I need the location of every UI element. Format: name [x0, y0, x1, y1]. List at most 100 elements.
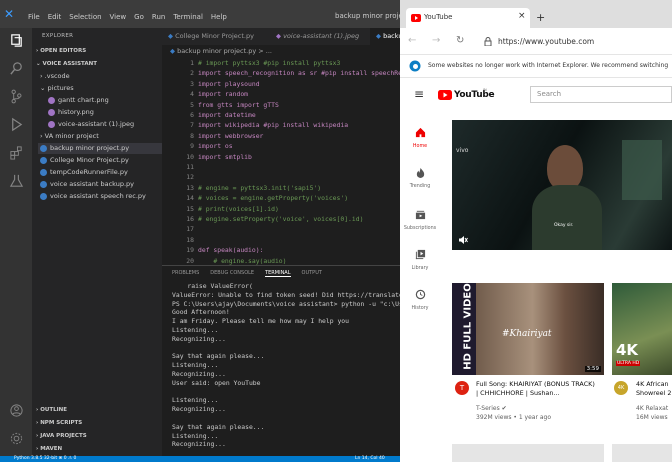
tab-debug-console[interactable]: DEBUG CONSOLE	[210, 270, 254, 277]
gear-icon[interactable]	[0, 426, 32, 450]
tree-item-gantt[interactable]: gantt chart.png	[38, 95, 162, 106]
sidebar-item-history[interactable]: History	[400, 285, 440, 311]
code-line: import datetime	[198, 111, 256, 119]
video-duration: 3:59	[584, 366, 601, 372]
code-editor[interactable]: 1 # import pyttsx3 #pip install pyttsx3 2 i…	[162, 57, 400, 265]
code-line: # voices = engine.getProperty('voices')	[198, 194, 349, 203]
youtube-region: IN	[483, 88, 487, 92]
testing-icon[interactable]	[0, 168, 32, 192]
video-thumbnail-2[interactable]: 4K ULTRA HD	[612, 283, 672, 375]
mute-icon[interactable]	[458, 235, 468, 245]
tree-item-voice-jpeg[interactable]: voice-assistant (1).jpeg	[38, 119, 162, 130]
sidebar-item-home[interactable]: Home	[400, 123, 440, 149]
open-editors-section[interactable]: › OPEN EDITORS	[36, 48, 86, 54]
history-icon	[415, 289, 425, 300]
channel-avatar[interactable]: T	[455, 381, 469, 395]
tree-item-history[interactable]: history.png	[38, 107, 162, 118]
python-file-icon	[40, 192, 47, 200]
next-row-thumbnail[interactable]	[452, 444, 604, 462]
refresh-icon[interactable]: ↻	[456, 35, 464, 46]
status-interpreter[interactable]: Python 3.8.5 32-bit ⊗ 0 ⚠ 0	[14, 456, 76, 462]
run-debug-icon[interactable]	[0, 112, 32, 136]
video-channel[interactable]: 4K Relaxat	[636, 405, 668, 412]
video-brand-label: vivo	[456, 147, 469, 154]
source-control-icon[interactable]	[0, 84, 32, 108]
sidebar-item-library[interactable]: Library	[400, 245, 440, 271]
terminal-line: Say that again please...	[172, 352, 265, 361]
video-meta: 16M views	[636, 414, 668, 421]
explorer-sidebar: EXPLORER › OPEN EDITORS ⌄ VOICE ASSISTAN…	[32, 28, 162, 456]
vscode-logo-icon: ✕	[4, 7, 15, 21]
menu-help[interactable]: Help	[211, 13, 227, 21]
verified-icon: ✔	[501, 405, 507, 412]
code-line: # engine = pyttsx3.init('sapi5')	[198, 183, 322, 192]
extensions-icon[interactable]	[0, 140, 32, 164]
tab-output[interactable]: OUTPUT	[302, 270, 322, 277]
tree-item-pictures[interactable]: ⌄ pictures	[38, 83, 162, 94]
tree-item-va-speech[interactable]: voice assistant speech rec.py	[38, 191, 162, 202]
explorer-icon[interactable]	[0, 28, 32, 52]
search-input[interactable]: Search	[530, 86, 672, 103]
tree-item-temp[interactable]: tempCodeRunnerFile.py	[38, 167, 162, 178]
browser-tab-youtube[interactable]: YouTube ×	[406, 8, 530, 28]
account-icon[interactable]	[0, 398, 32, 422]
status-cursor-position[interactable]: Ln 14, Col 40	[355, 456, 385, 462]
menu-view[interactable]: View	[110, 13, 127, 21]
folder-section[interactable]: ⌄ VOICE ASSISTANT	[36, 61, 97, 67]
line-number: 9	[190, 142, 194, 151]
video-title[interactable]: 4K African Showreel 2	[636, 380, 672, 398]
menu-run[interactable]: Run	[152, 13, 165, 21]
tab-college-minor[interactable]: ◆ College Minor Project.py	[162, 28, 276, 45]
back-icon[interactable]: ←	[408, 35, 416, 46]
line-number: 8	[190, 131, 194, 140]
featured-video-player[interactable]: vivo Okay sir.	[452, 120, 672, 250]
menu-go[interactable]: Go	[134, 13, 144, 21]
code-line: # engine.setProperty('voice', voices[0].…	[198, 215, 364, 223]
code-line: import speech_recognition as sr #pip ins…	[198, 69, 400, 78]
menu-edit[interactable]: Edit	[48, 13, 62, 21]
menu-terminal[interactable]: Terminal	[173, 13, 203, 21]
image-file-icon	[48, 96, 55, 104]
terminal-line: Recognizing...	[172, 334, 226, 343]
menu-selection[interactable]: Selection	[69, 13, 101, 21]
library-icon	[415, 249, 425, 260]
video-channel[interactable]: T-Series ✔	[476, 405, 507, 412]
line-number: 20	[186, 256, 194, 265]
video-title[interactable]: Full Song: KHAIRIYAT (BONUS TRACK) | CHH…	[476, 380, 596, 398]
channel-avatar[interactable]: 4K	[614, 381, 628, 395]
forward-icon[interactable]: →	[432, 35, 440, 46]
youtube-logo-icon[interactable]	[438, 90, 452, 100]
menu-file[interactable]: File	[28, 13, 40, 21]
outline-section[interactable]: › OUTLINE	[36, 407, 67, 413]
image-file-icon	[48, 120, 55, 128]
code-line: import wikipedia #pip install wikipedia	[198, 121, 349, 130]
java-projects-section[interactable]: › JAVA PROJECTS	[36, 433, 87, 439]
tab-terminal[interactable]: TERMINAL	[265, 270, 291, 277]
close-tab-icon[interactable]: ×	[518, 11, 526, 21]
tab-problems[interactable]: PROBLEMS	[172, 270, 199, 277]
tree-item-backup-minor[interactable]: backup minor project.py	[38, 143, 162, 154]
tree-item-vscode[interactable]: › .vscode	[38, 71, 162, 82]
tree-item-va-minor[interactable]: › VA minor project	[38, 131, 162, 142]
line-number: 12	[186, 173, 194, 182]
sidebar-item-trending[interactable]: Trending	[400, 163, 440, 189]
tab-voice-jpeg[interactable]: ◆ voice-assistant (1).jpeg	[270, 28, 376, 45]
breadcrumb[interactable]: ◆ backup minor project.py > ...	[170, 47, 272, 55]
tree-item-college-minor[interactable]: College Minor Project.py	[38, 155, 162, 166]
terminal[interactable]: raise ValueError(ValueError: Unable to f…	[172, 282, 400, 454]
new-tab-icon[interactable]: +	[536, 11, 545, 24]
line-number: 3	[190, 79, 194, 88]
youtube-logo-text[interactable]: YouTube	[454, 90, 495, 100]
hamburger-menu-icon[interactable]: ≡	[414, 87, 424, 101]
search-icon[interactable]	[0, 56, 32, 80]
next-row-thumbnail[interactable]	[612, 444, 672, 462]
npm-scripts-section[interactable]: › NPM SCRIPTS	[36, 420, 82, 426]
video-thumbnail-1[interactable]: HD FULL VIDEO #Khairiyat 3:59	[452, 283, 604, 375]
url-field[interactable]: https://www.youtube.com	[498, 37, 594, 46]
image-file-icon	[48, 108, 55, 116]
activity-bar	[0, 28, 32, 456]
tree-item-va-backup[interactable]: voice assistant backup.py	[38, 179, 162, 190]
sidebar-item-subscriptions[interactable]: Subscriptions	[400, 205, 440, 231]
maven-section[interactable]: › MAVEN	[36, 446, 62, 452]
lock-icon	[484, 37, 492, 46]
